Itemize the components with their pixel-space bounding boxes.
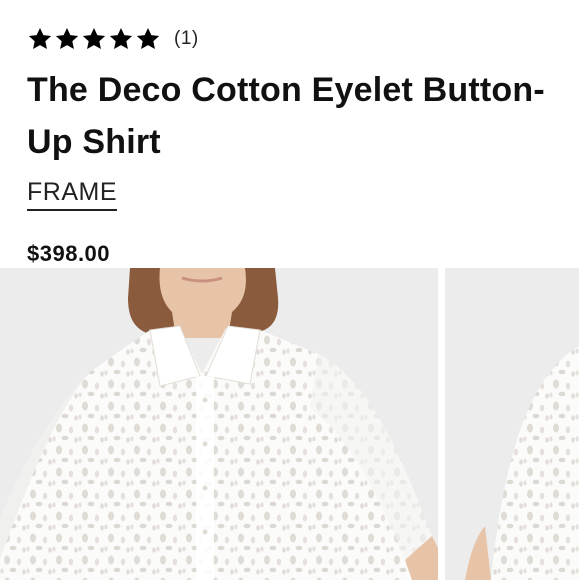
star-icon: [82, 27, 106, 49]
product-title: The Deco Cotton Eyelet Button-Up Shirt: [27, 71, 545, 161]
product-price: $398.00: [27, 241, 111, 266]
product-image-main[interactable]: [0, 268, 438, 580]
product-page: (1) The Deco Cotton Eyelet Button-Up Shi…: [0, 0, 579, 580]
review-count[interactable]: (1): [174, 28, 199, 50]
star-icon: [28, 27, 52, 49]
model-photo-alternate: [445, 268, 579, 580]
star-icon: [136, 27, 160, 49]
brand-link[interactable]: FRAME: [27, 178, 117, 211]
star-icon: [109, 27, 133, 49]
product-image-gallery: [0, 268, 579, 580]
star-icon: [55, 27, 79, 49]
product-info: (1) The Deco Cotton Eyelet Button-Up Shi…: [27, 24, 567, 267]
rating-row[interactable]: (1): [27, 24, 567, 54]
product-image-secondary[interactable]: [445, 268, 579, 580]
model-photo: [0, 268, 438, 580]
star-rating: [27, 26, 161, 52]
